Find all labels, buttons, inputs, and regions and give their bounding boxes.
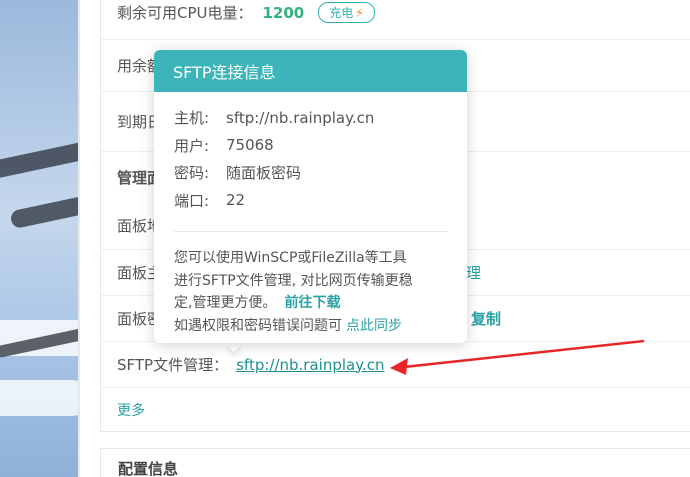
copy-button[interactable]: 复制 [471,308,501,329]
popover-title: SFTP连接信息 [173,63,276,82]
sftp-row: SFTP文件管理： sftp://nb.rainplay.cn [100,342,690,388]
popover-header: SFTP连接信息 [154,50,467,92]
panel-user-manage-link[interactable]: 理 [466,262,481,283]
sync-link[interactable]: 点此同步 [346,318,402,334]
desc-line-4-text: 如遇权限和密码错误问题可 [174,317,342,334]
password-line: 密码: 随面板密码 [174,159,447,187]
port-value: 22 [226,191,246,210]
lightning-icon: ⚡ [355,5,364,20]
artwork-streak [9,188,80,230]
desc-line-3: 定,管理更方便。 前往下载 [174,292,447,315]
cpu-row: 剩余可用CPU电量： 1200 充电 ⚡ [100,0,690,40]
cpu-label: 剩余可用CPU电量： [117,4,253,22]
charge-label: 充电 [329,6,354,20]
artwork-streak [0,138,80,180]
charge-button[interactable]: 充电 ⚡ [318,2,375,23]
host-key: 主机: [174,109,210,128]
port-line: 端口: 22 [174,187,447,215]
sftp-label: SFTP文件管理： [117,356,229,374]
desc-line-2: 进行SFTP文件管理, 对比网页传输更稳 [174,272,413,289]
popover-description: 您可以使用WinSCP或FileZilla等工具 进行SFTP文件管理, 对比网… [174,247,447,337]
more-row: 更多 [100,388,690,432]
host-value: sftp://nb.rainplay.cn [226,108,375,127]
sftp-link[interactable]: sftp://nb.rainplay.cn [236,356,384,374]
artwork-cloud [0,380,80,416]
more-link[interactable]: 更多 [117,400,145,420]
download-link[interactable]: 前往下载 [284,295,340,311]
desc-line-3-text: 定,管理更方便。 [174,295,277,311]
user-line: 用户: 75068 [174,132,447,160]
password-value: 随面板密码 [226,164,302,183]
popover-separator [174,231,447,232]
host-line: 主机: sftp://nb.rainplay.cn [174,104,447,132]
port-key: 端口: [174,191,210,210]
config-title: 配置信息 [118,459,179,477]
desc-line-4: 如遇权限和密码错误问题可 点此同步 [174,315,447,338]
user-value: 75068 [226,136,274,155]
cpu-value: 1200 [262,3,305,22]
config-card: 配置信息 [100,448,690,477]
user-key: 用户: [174,136,210,155]
sftp-popover: SFTP连接信息 主机: sftp://nb.rainplay.cn 用户: 7… [154,50,467,343]
desc-line-1: 您可以使用WinSCP或FileZilla等工具 [174,250,407,266]
background-artwork [0,0,80,477]
password-key: 密码: [174,164,210,183]
popover-body: 主机: sftp://nb.rainplay.cn 用户: 75068 密码: … [154,92,467,337]
